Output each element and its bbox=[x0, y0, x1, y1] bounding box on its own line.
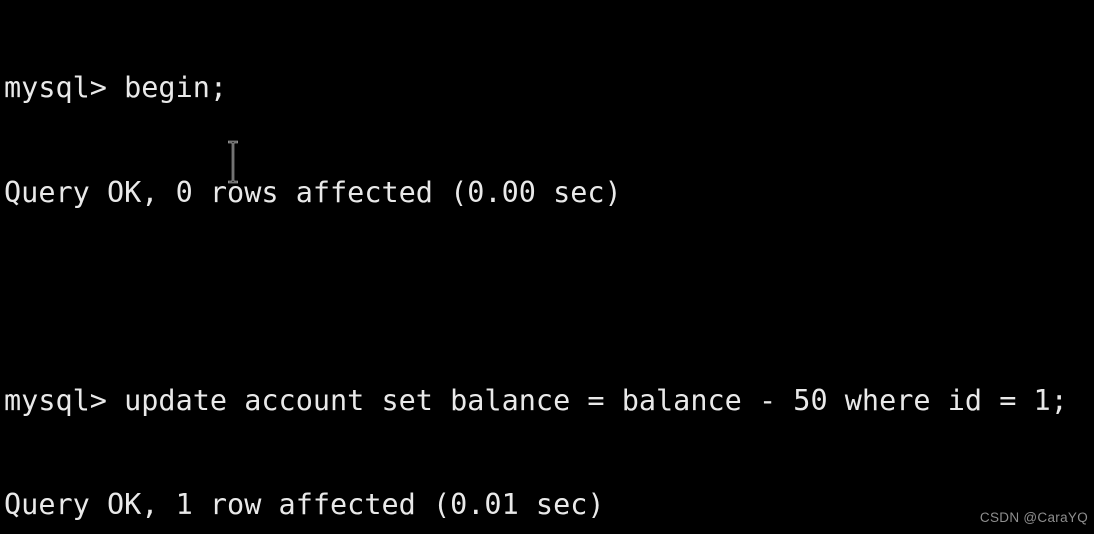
terminal-line-command-begin: mysql> begin; bbox=[4, 71, 228, 105]
terminal-line-command-update: mysql> update account set balance = bala… bbox=[4, 383, 1068, 417]
csdn-watermark: CSDN @CaraYQ bbox=[979, 510, 1088, 525]
terminal-line-status-update: Query OK, 1 row affected (0.01 sec) bbox=[4, 487, 605, 521]
terminal-line-status-begin: Query OK, 0 rows affected (0.00 sec) bbox=[4, 175, 622, 209]
terminal-console-output[interactable]: mysql> begin; Query OK, 0 rows affected … bbox=[4, 2, 1068, 534]
mysql-terminal-window[interactable]: mysql> begin; Query OK, 0 rows affected … bbox=[0, 0, 1094, 534]
terminal-line-blank-1 bbox=[4, 280, 1068, 315]
